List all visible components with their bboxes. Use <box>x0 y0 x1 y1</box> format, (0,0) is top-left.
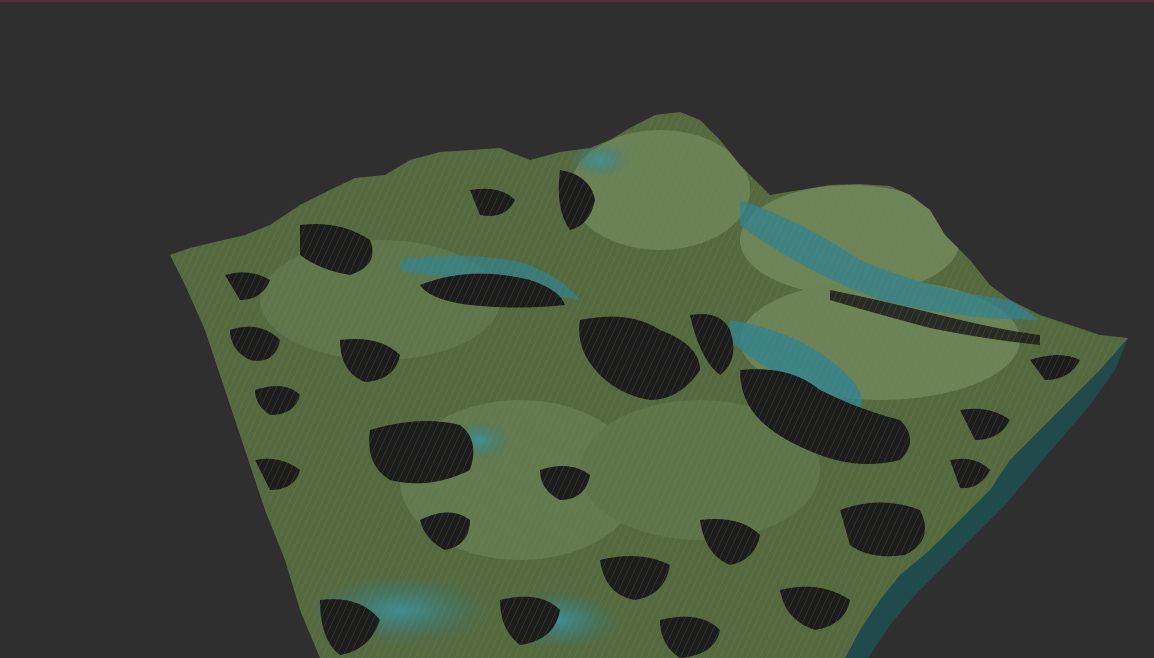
terrain-surface <box>170 112 1128 658</box>
3d-viewport[interactable] <box>0 0 1154 658</box>
terrain-render[interactable] <box>0 0 1154 658</box>
